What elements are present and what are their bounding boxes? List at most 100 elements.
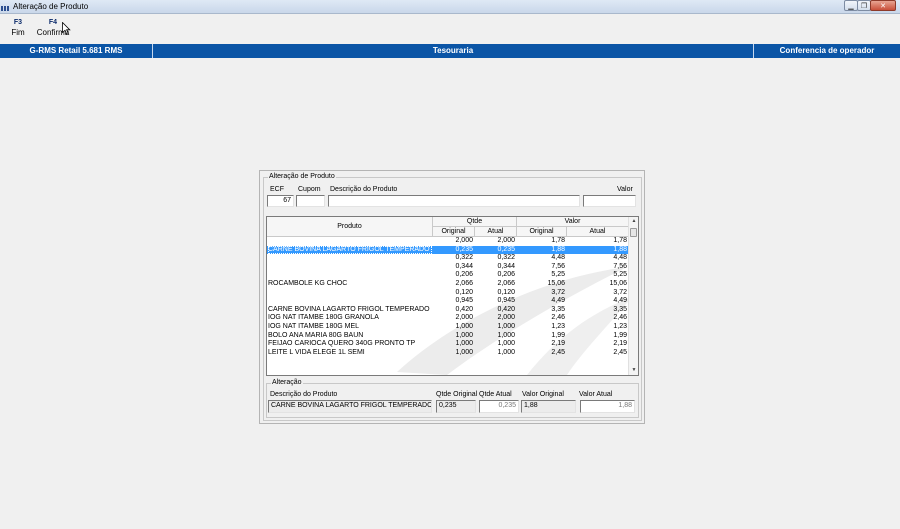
table-row[interactable]: 2,000 2,000 1,78 1,78 [267,237,629,246]
cell-valor-atual[interactable]: 3,35 [567,306,627,315]
cell-valor-atual[interactable]: 5,25 [567,271,627,280]
cell-qtde-atual[interactable]: 1,000 [475,340,515,349]
cell-qtde-atual[interactable]: 1,000 [475,349,515,358]
cell-qtde-atual[interactable]: 2,000 [475,237,515,246]
cell-valor-original[interactable]: 5,25 [517,271,565,280]
cell-qtde-atual[interactable]: 2,000 [475,314,515,323]
cell-qtde-original[interactable]: 0,235 [433,246,473,255]
cell-qtde-original[interactable]: 0,206 [433,271,473,280]
col-qtde-atual[interactable]: Atual [475,227,517,236]
scroll-up-icon[interactable]: ▲ [629,217,638,226]
alt-qtde-atual-field[interactable]: 0,235 [479,400,519,413]
cell-valor-original[interactable]: 1,78 [517,237,565,246]
cell-valor-atual[interactable]: 2,45 [567,349,627,358]
cell-valor-original[interactable]: 3,35 [517,306,565,315]
table-row[interactable]: LEITE L VIDA ELEGE 1L SEMI 1,000 1,000 2,45… [267,349,629,358]
col-produto[interactable]: Produto [267,217,433,236]
cell-valor-original[interactable]: 1,99 [517,332,565,341]
cell-valor-original[interactable]: 1,88 [517,246,565,255]
cell-qtde-original[interactable]: 2,000 [433,314,473,323]
ecf-field[interactable]: 67 [267,195,294,207]
cell-qtde-original[interactable]: 0,344 [433,263,473,272]
cell-valor-atual[interactable]: 1,78 [567,237,627,246]
cell-valor-atual[interactable]: 4,49 [567,297,627,306]
table-row[interactable]: FEIJAO CARIOCA QUERO 340G PRONTO TP 1,000… [267,340,629,349]
cell-produto[interactable] [268,254,432,263]
cell-qtde-atual[interactable]: 1,000 [475,323,515,332]
cell-qtde-original[interactable]: 2,000 [433,237,473,246]
cell-qtde-original[interactable]: 0,420 [433,306,473,315]
cell-qtde-original[interactable]: 2,066 [433,280,473,289]
cell-qtde-atual[interactable]: 0,120 [475,289,515,298]
cell-valor-atual[interactable]: 4,48 [567,254,627,263]
cell-valor-original[interactable]: 4,49 [517,297,565,306]
cell-valor-atual[interactable]: 2,19 [567,340,627,349]
cell-valor-atual[interactable]: 1,99 [567,332,627,341]
cell-produto[interactable] [268,263,432,272]
cell-produto[interactable] [268,297,432,306]
cell-produto[interactable] [268,289,432,298]
maximize-button[interactable]: ❐ [857,0,871,11]
products-grid[interactable]: Produto Qtde Valor Original Atual Origin… [266,216,639,376]
cell-valor-original[interactable]: 3,72 [517,289,565,298]
cell-produto[interactable] [268,237,432,246]
cell-valor-atual[interactable]: 7,56 [567,263,627,272]
close-button[interactable]: ✕ [870,0,896,11]
minimize-button[interactable]: ▁ [844,0,858,11]
cell-produto[interactable]: CARNE BOVINA LAGARTO FRIGOL TEMPERADO KG [268,306,432,315]
cell-produto[interactable]: BOLO ANA MARIA 80G BAUN [268,332,432,341]
table-row[interactable]: BOLO ANA MARIA 80G BAUN 1,000 1,000 1,99 1,9… [267,332,629,341]
cell-qtde-original[interactable]: 1,000 [433,323,473,332]
col-valor-original[interactable]: Original [517,227,567,236]
cell-qtde-original[interactable]: 1,000 [433,332,473,341]
table-row[interactable]: IOG NAT ITAMBE 180G MEL 1,000 1,000 1,23 1,2… [267,323,629,332]
fim-button[interactable]: F3 Fim [9,19,27,37]
cell-qtde-atual[interactable]: 0,235 [475,246,515,255]
cell-valor-atual[interactable]: 3,72 [567,289,627,298]
table-row[interactable]: ROCAMBOLE KG CHOC 2,066 2,066 15,06 15,06 [267,280,629,289]
grid-scrollbar[interactable]: ▲ ▼ [628,217,638,375]
cell-valor-original[interactable]: 7,56 [517,263,565,272]
cell-qtde-atual[interactable]: 0,945 [475,297,515,306]
cell-qtde-original[interactable]: 0,322 [433,254,473,263]
cell-qtde-atual[interactable]: 0,344 [475,263,515,272]
table-row[interactable]: 0,120 0,120 3,72 3,72 [267,289,629,298]
alt-valor-atual-field[interactable]: 1,88 [580,400,635,413]
cell-valor-original[interactable]: 2,45 [517,349,565,358]
cupom-field[interactable] [296,195,325,207]
cell-qtde-atual[interactable]: 0,420 [475,306,515,315]
cell-valor-atual[interactable]: 1,88 [567,246,627,255]
cell-valor-original[interactable]: 2,46 [517,314,565,323]
cell-valor-atual[interactable]: 15,06 [567,280,627,289]
table-row[interactable]: 0,322 0,322 4,48 4,48 [267,254,629,263]
cell-valor-original[interactable]: 4,48 [517,254,565,263]
descricao-field[interactable] [328,195,580,207]
cell-valor-original[interactable]: 15,06 [517,280,565,289]
cell-qtde-original[interactable]: 1,000 [433,340,473,349]
cell-valor-atual[interactable]: 1,23 [567,323,627,332]
cell-qtde-original[interactable]: 0,120 [433,289,473,298]
cell-qtde-original[interactable]: 1,000 [433,349,473,358]
table-row[interactable]: CARNE BOVINA LAGARTO FRIGOL TEMPERADO KG… [267,245,629,255]
cell-qtde-atual[interactable]: 0,322 [475,254,515,263]
cell-produto[interactable]: FEIJAO CARIOCA QUERO 340G PRONTO TP [268,340,432,349]
cell-valor-atual[interactable]: 2,46 [567,314,627,323]
cell-produto[interactable]: ROCAMBOLE KG CHOC [268,280,432,289]
col-valor-atual[interactable]: Atual [567,227,629,236]
col-qtde-original[interactable]: Original [433,227,475,236]
valor-field[interactable] [583,195,636,207]
cell-qtde-original[interactable]: 0,945 [433,297,473,306]
cell-produto[interactable]: IOG NAT ITAMBE 180G MEL [268,323,432,332]
cell-valor-original[interactable]: 1,23 [517,323,565,332]
table-row[interactable]: 0,344 0,344 7,56 7,56 [267,263,629,272]
cell-qtde-atual[interactable]: 1,000 [475,332,515,341]
cell-produto[interactable]: IOG NAT ITAMBE 180G GRANOLA [268,314,432,323]
table-row[interactable]: 0,206 0,206 5,25 5,25 [267,271,629,280]
cell-qtde-atual[interactable]: 2,066 [475,280,515,289]
cell-valor-original[interactable]: 2,19 [517,340,565,349]
cell-produto[interactable]: CARNE BOVINA LAGARTO FRIGOL TEMPERADO KG [268,245,432,255]
scroll-down-icon[interactable]: ▼ [629,366,638,375]
table-row[interactable]: IOG NAT ITAMBE 180G GRANOLA 2,000 2,000 2,4… [267,314,629,323]
scroll-thumb[interactable] [630,228,637,237]
table-row[interactable]: CARNE BOVINA LAGARTO FRIGOL TEMPERADO KG… [267,306,629,315]
